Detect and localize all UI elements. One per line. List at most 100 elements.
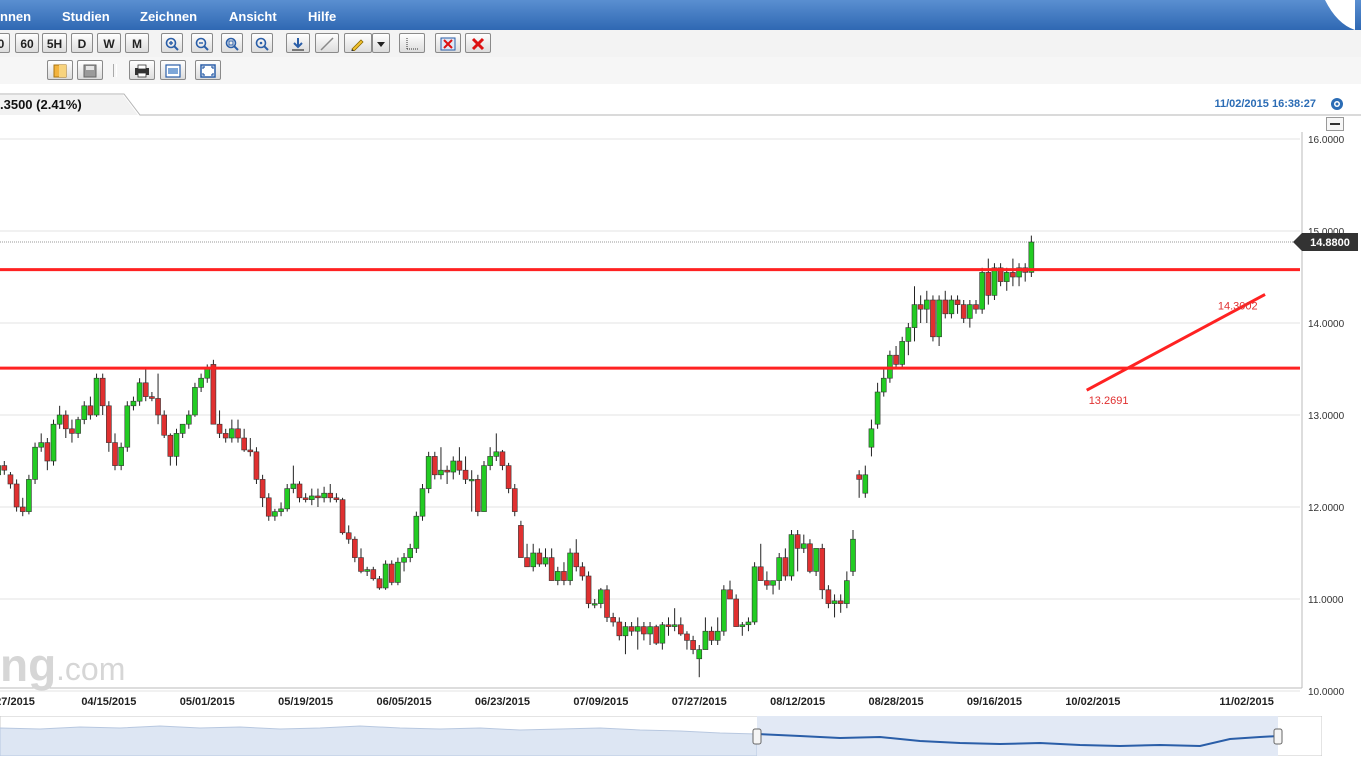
candle-body <box>1 465 8 471</box>
candle-body <box>665 624 672 627</box>
overview-left-handle[interactable] <box>752 728 762 745</box>
candle-body <box>739 624 746 627</box>
candle-body <box>554 571 561 581</box>
candle-down <box>253 447 260 484</box>
candle-down <box>505 462 512 494</box>
price-tick-label: 14.0000 <box>1308 319 1345 330</box>
candle-body <box>352 538 358 558</box>
candlestick-chart[interactable]: 16.000015.000014.000013.000012.000011.00… <box>0 0 1361 716</box>
candle-body <box>413 515 420 549</box>
date-tick-label: 07/09/2015 <box>573 696 628 708</box>
candle-body <box>733 598 739 627</box>
candle-body <box>401 557 407 563</box>
candle-body <box>149 396 155 399</box>
candle-body <box>745 621 752 626</box>
candle-body <box>967 304 973 319</box>
candle-body <box>825 589 832 604</box>
candle-body <box>819 548 826 591</box>
candle-body <box>653 626 660 644</box>
candle-down <box>388 560 395 586</box>
candle-body <box>87 405 94 416</box>
candle-body <box>751 566 758 623</box>
candle-body <box>278 508 284 512</box>
candle-body <box>684 633 690 641</box>
overview-navigator[interactable] <box>0 715 1323 757</box>
candle-body <box>259 479 266 499</box>
candle-body <box>973 304 979 310</box>
candle-up <box>481 461 487 512</box>
candle-body <box>905 327 912 342</box>
candle-body <box>50 423 57 462</box>
candle-body <box>948 299 955 315</box>
candle-body <box>671 624 678 627</box>
candle-down <box>807 539 813 574</box>
price-tick-label: 11.0000 <box>1308 595 1344 606</box>
candle-up <box>567 548 573 586</box>
candle-body <box>782 557 789 577</box>
candle-body <box>247 449 254 453</box>
candle-body <box>204 368 211 379</box>
candle-body <box>487 456 493 466</box>
candle-body <box>118 446 124 466</box>
candle-body <box>874 391 881 425</box>
candle-up <box>26 474 32 515</box>
candle-body <box>93 377 100 416</box>
candle-body <box>616 621 623 637</box>
candle-body <box>764 580 770 586</box>
candle-body <box>499 451 506 466</box>
overview-svg[interactable] <box>0 715 1323 757</box>
candle-body <box>388 563 395 583</box>
overview-right-handle[interactable] <box>1273 728 1283 745</box>
candle-body <box>425 456 432 489</box>
candle-body <box>727 589 733 600</box>
candle-body <box>598 589 604 604</box>
candle-body <box>69 428 75 434</box>
candle-body <box>647 626 653 635</box>
candle-body <box>38 442 45 448</box>
candle-body <box>13 483 20 508</box>
overview-history-area <box>0 725 758 757</box>
candle-body <box>333 497 340 500</box>
candle-down <box>604 585 610 622</box>
candle-body <box>136 382 143 402</box>
candle-body <box>641 626 647 635</box>
date-tick-label: 3/27/2015 <box>0 696 35 708</box>
candle-down <box>13 479 20 512</box>
overview-selected-range[interactable] <box>757 716 1278 756</box>
candle-body <box>161 414 167 436</box>
candle-body <box>696 649 703 660</box>
candle-body <box>81 405 88 420</box>
candle-body <box>794 534 801 549</box>
price-tick-label: 13.0000 <box>1308 411 1345 422</box>
candle-body <box>985 272 992 296</box>
candle-body <box>518 525 524 558</box>
candle-body <box>358 557 364 572</box>
candle-body <box>296 483 303 499</box>
watermark-suffix: .com <box>56 651 125 687</box>
candle-body <box>899 341 906 365</box>
date-tick-label: 09/16/2015 <box>967 696 1022 708</box>
candle-body <box>511 488 518 512</box>
candle-up <box>382 560 389 590</box>
candle-body <box>1028 241 1035 273</box>
candle-body <box>382 563 389 589</box>
candle-up <box>899 336 906 369</box>
candle-body <box>573 552 580 568</box>
candle-body <box>714 630 721 641</box>
candle-body <box>229 428 235 439</box>
candle-body <box>308 495 315 500</box>
candle-body <box>530 552 537 568</box>
time-axis: 3/27/2015 04/15/2015 05/01/2015 05/19/2015 0… <box>0 696 1274 708</box>
candle-body <box>831 600 838 604</box>
candle-body <box>721 589 727 632</box>
candle-down <box>511 484 518 517</box>
date-tick-label: 06/23/2015 <box>475 696 530 708</box>
candle-body <box>788 534 795 577</box>
candle-body <box>604 589 610 618</box>
date-tick-label: 08/28/2015 <box>869 696 924 708</box>
candle-body <box>542 557 549 565</box>
candle-body <box>536 552 543 565</box>
candle-body <box>677 624 684 635</box>
candle-body <box>475 479 481 512</box>
candle-body <box>450 460 457 473</box>
